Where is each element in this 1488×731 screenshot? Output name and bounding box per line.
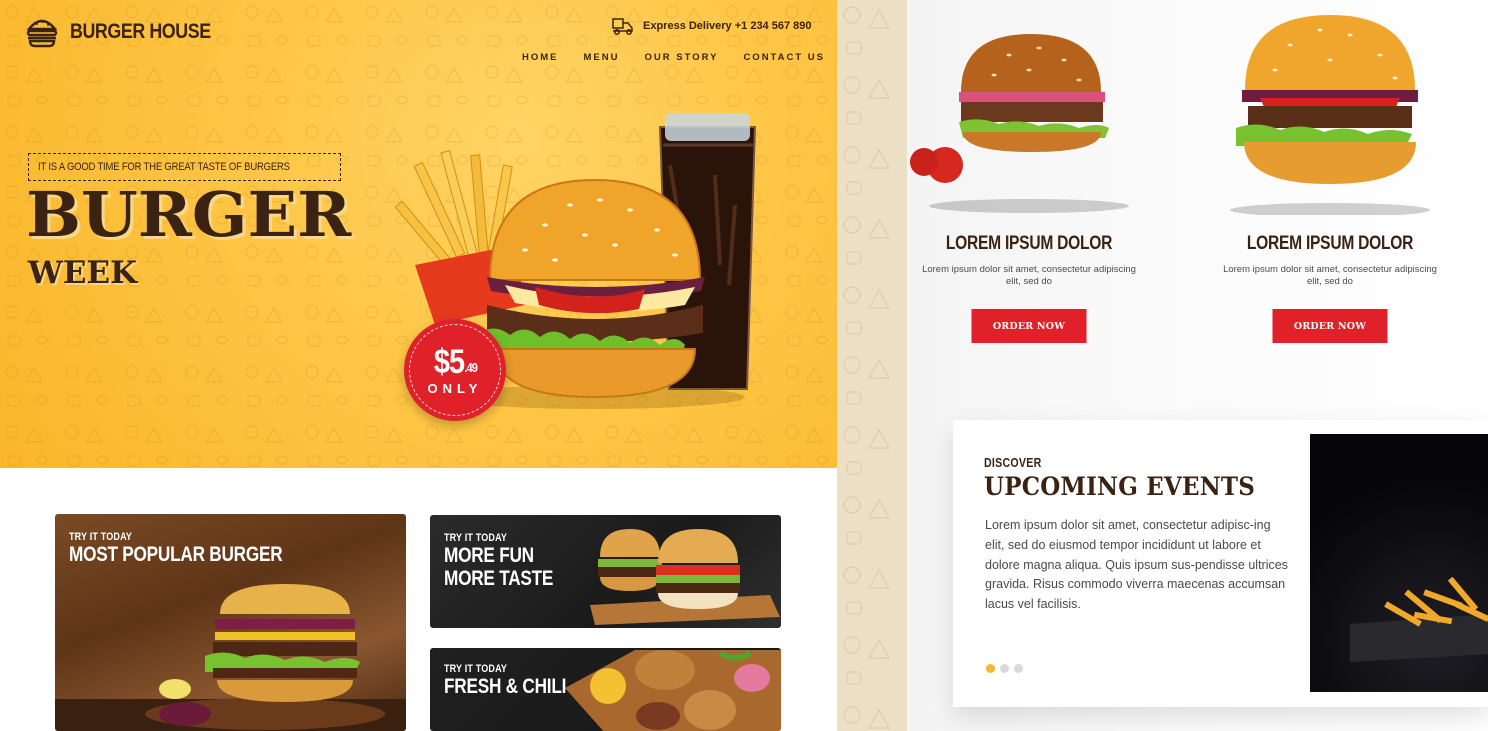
promo-tile-fresh-chili[interactable]: TRY IT TODAY FRESH & CHILI [430, 648, 781, 731]
promo-tile-popular-burger[interactable]: TRY IT TODAY MOST POPULAR BURGER [55, 514, 406, 731]
homepage-mockup: BURGER HOUSE Express Delivery +1 234 567… [0, 0, 837, 731]
promo-title-line1: MORE FUN [444, 544, 534, 567]
upcoming-events-card: DISCOVER UPCOMING EVENTS Lorem ipsum dol… [953, 420, 1488, 707]
product-title: LOREM IPSUM DOLOR [945, 233, 1113, 254]
slider-dots [986, 664, 1023, 673]
slider-dot-2[interactable] [1000, 664, 1009, 673]
order-now-button[interactable]: ORDER NOW [1272, 309, 1388, 343]
promo-kicker: TRY IT TODAY [444, 532, 508, 544]
product-card: LOREM IPSUM DOLOR Lorem ipsum dolor sit … [1200, 0, 1460, 343]
brand-logo[interactable]: BURGER HOUSE [24, 14, 236, 50]
price-cents: .49 [463, 359, 478, 375]
promo-kicker: TRY IT TODAY [69, 531, 133, 543]
price-note: ONLY [427, 380, 483, 396]
product-image [899, 0, 1159, 215]
express-delivery[interactable]: Express Delivery +1 234 567 890 [611, 16, 812, 36]
product-description: Lorem ipsum dolor sit amet, consectetur … [922, 264, 1136, 287]
promo-label: TRY IT TODAY FRESH & CHILI [444, 663, 593, 698]
fries-on-slate-image [1350, 576, 1488, 662]
product-description: Lorem ipsum dolor sit amet, consectetur … [1223, 264, 1437, 287]
nav-item-menu[interactable]: MENU [584, 52, 620, 63]
promo-tile-more-fun[interactable]: TRY IT TODAY MORE FUN MORE TASTE [430, 515, 781, 628]
promo-title-line2: MORE TASTE [444, 567, 554, 591]
hero-tagline: IT IS A GOOD TIME FOR THE GREAT TASTE OF… [38, 161, 290, 173]
promo-title: FRESH & CHILI [444, 675, 567, 698]
hero-title: BURGER [26, 178, 352, 251]
product-title: LOREM IPSUM DOLOR [1246, 233, 1414, 254]
promo-label: TRY IT TODAY MOST POPULAR BURGER [69, 531, 329, 566]
brand-name: BURGER HOUSE [70, 20, 211, 43]
nav-item-home[interactable]: HOME [522, 52, 559, 63]
delivery-scooter-icon [612, 18, 633, 35]
delivery-phone: Express Delivery +1 234 567 890 [643, 20, 812, 32]
promo-title: MOST POPULAR BURGER [69, 543, 283, 566]
events-photo [1310, 434, 1488, 692]
burger-image [910, 34, 1129, 213]
page: BURGER HOUSE Express Delivery +1 234 567… [0, 0, 1488, 731]
events-title: UPCOMING EVENTS [984, 472, 1256, 501]
hero-section: BURGER HOUSE Express Delivery +1 234 567… [0, 0, 837, 468]
price-amount: $5.49 [433, 342, 478, 381]
order-now-button[interactable]: ORDER NOW [971, 309, 1087, 343]
burger-logo-icon [26, 19, 58, 48]
nav-item-contact-us[interactable]: CONTACT US [743, 52, 825, 63]
product-image [1200, 0, 1460, 217]
burger-image [1230, 15, 1430, 217]
main-nav: HOME MENU OUR STORY CONTACT US [522, 52, 825, 63]
promo-label: TRY IT TODAY MORE FUN MORE TASTE [444, 532, 577, 590]
events-kicker: DISCOVER [984, 456, 1042, 470]
product-card: LOREM IPSUM DOLOR Lorem ipsum dolor sit … [899, 0, 1159, 343]
price-badge: $5.49 ONLY [404, 319, 506, 421]
events-description: Lorem ipsum dolor sit amet, consectetur … [985, 518, 1288, 611]
slider-dot-3[interactable] [1014, 664, 1023, 673]
hero-subtitle: WEEK [28, 255, 138, 291]
hero-tagline-box: IT IS A GOOD TIME FOR THE GREAT TASTE OF… [28, 153, 341, 181]
slider-dot-1[interactable] [986, 664, 995, 673]
promo-kicker: TRY IT TODAY [444, 663, 508, 675]
nav-item-our-story[interactable]: OUR STORY [644, 52, 718, 63]
